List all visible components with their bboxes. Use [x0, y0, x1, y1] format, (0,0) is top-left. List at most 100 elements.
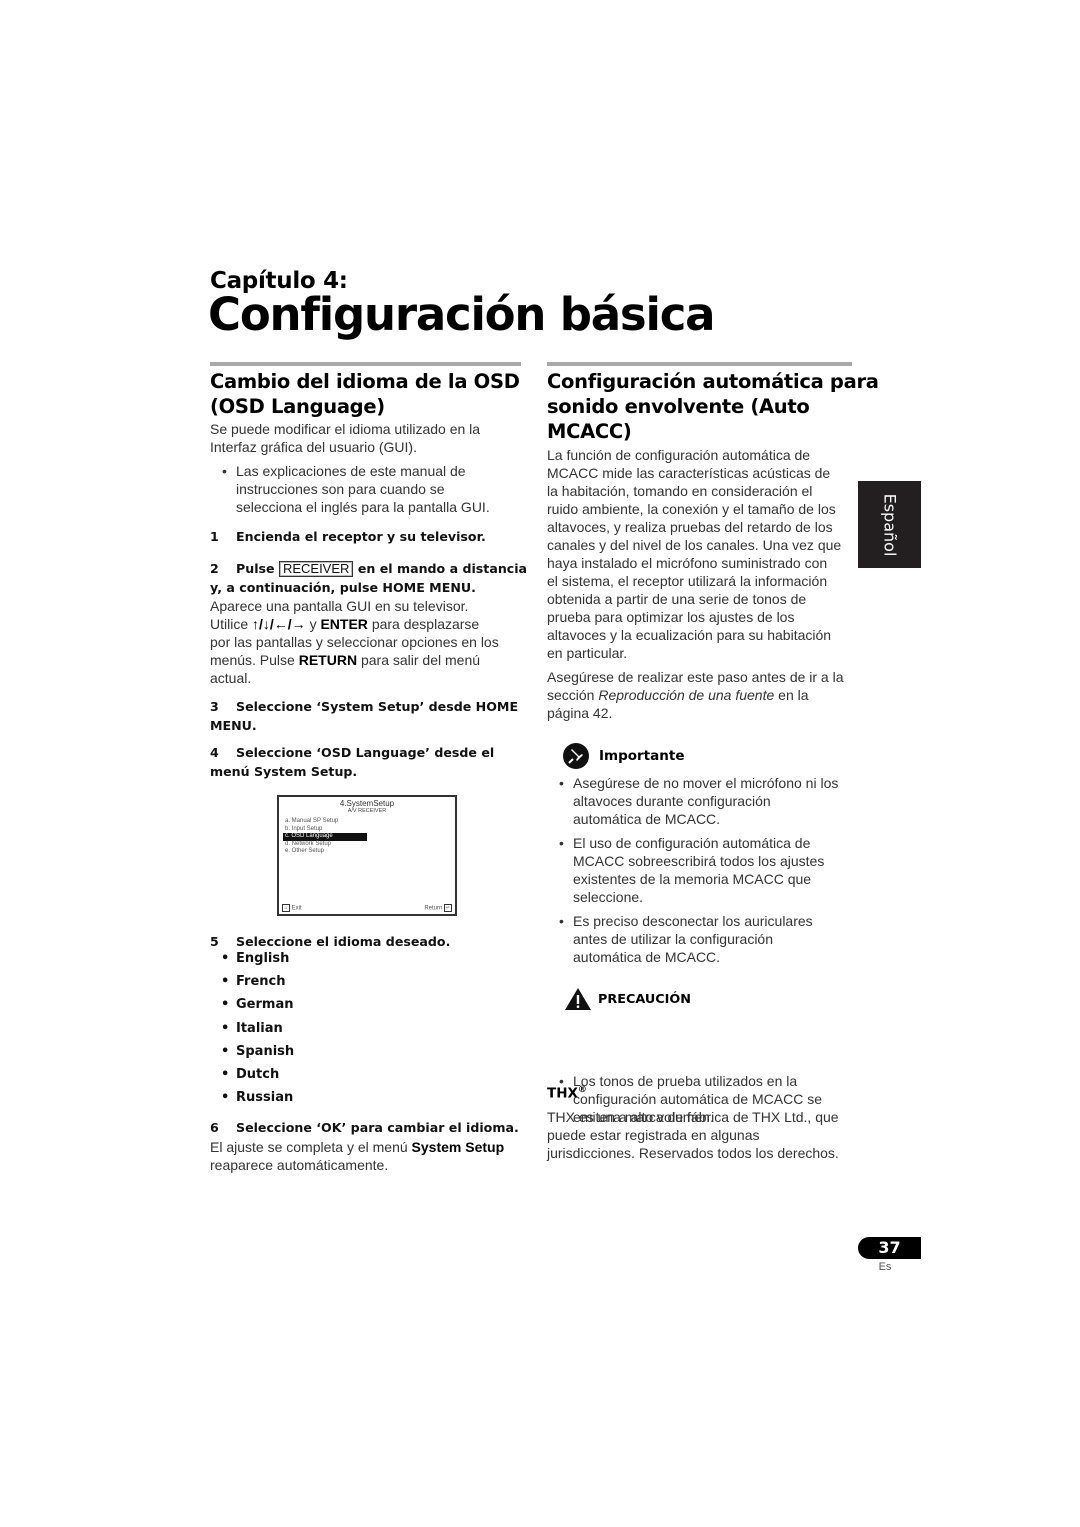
- text-line: La función de configuración automática d…: [547, 447, 811, 463]
- page-language-code: Es: [878, 1261, 892, 1273]
- language-label: Dutch: [236, 1066, 280, 1082]
- text-line: MCACC sobreescribirá todos los ajustes: [573, 853, 825, 869]
- text-line: Se puede modificar el idioma utilizado e…: [210, 421, 481, 437]
- text-span: El ajuste se completa y el menú: [210, 1139, 408, 1155]
- language-label: French: [236, 974, 286, 990]
- mcacc-paragraph-2: Asegúrese de realizar este paso antes de…: [547, 668, 867, 722]
- return-button-icon: ↵: [444, 904, 452, 912]
- language-item: • Spanish: [210, 1044, 294, 1067]
- heading-line: Cambio del idioma de la OSD: [210, 370, 520, 393]
- text-line: jurisdicciones. Reservados todos los der…: [547, 1145, 839, 1161]
- text-line: altavoces durante configuración: [573, 793, 771, 809]
- text-line: altavoces y la ecualización para su habi…: [547, 627, 832, 643]
- text-line: Asegúrese de no mover el micrófono ni lo…: [573, 775, 839, 791]
- language-list: • English • French • German • Italian • Spani…: [210, 951, 294, 1113]
- enter-key-label: ENTER: [320, 616, 368, 632]
- osd-exit: ⌂ Exit: [282, 904, 302, 912]
- bullet-icon: •: [559, 913, 564, 929]
- important-label: Importante: [599, 748, 685, 764]
- language-item: • Russian: [210, 1090, 294, 1113]
- text-line: la habitación, tomando en consideración …: [547, 483, 813, 499]
- step-1: 1 Encienda el receptor y su televisor.: [210, 527, 486, 546]
- text-line: MCACC mide las características acústicas…: [547, 465, 831, 481]
- bullet-icon: •: [559, 775, 564, 791]
- text-line: reaparece automáticamente.: [210, 1157, 389, 1173]
- step-number: 6: [210, 1120, 219, 1135]
- text-line: selecciona el inglés para la pantalla GU…: [236, 499, 490, 515]
- thx-paragraph: THX es una marca de fábrica de THX Ltd.,…: [547, 1108, 877, 1162]
- text-line: El ajuste se completa y el menú System S…: [210, 1138, 530, 1156]
- text-line: seleccione.: [573, 889, 644, 905]
- text-line: antes de utilizar la configuración: [573, 931, 774, 947]
- language-tab-label: Español: [880, 493, 899, 556]
- bullet-icon: •: [221, 1043, 230, 1059]
- text-span: para desplazarse: [371, 616, 480, 632]
- text-line: Interfaz gráfica del usuario (GUI).: [210, 439, 417, 455]
- language-item: • Dutch: [210, 1067, 294, 1090]
- step-number: 5: [210, 934, 219, 949]
- text-span: sección: [547, 687, 595, 703]
- bullet-icon: •: [221, 997, 230, 1013]
- osd-menu-item: e. Other Setup: [285, 848, 325, 854]
- text-line: puede estar registrada en algunas: [547, 1127, 760, 1143]
- osd-screen-illustration: 4.SystemSetup A/V RECEIVER a. Manual SP …: [277, 795, 457, 916]
- step-text: Seleccione ‘System Setup’ desde HOME: [236, 699, 519, 714]
- step-text: Seleccione el idioma deseado.: [236, 934, 451, 949]
- section-rule-left: [210, 362, 521, 366]
- important-bullet: • Es preciso desconectar los auriculares…: [547, 912, 867, 966]
- thx-heading: THX®: [547, 1085, 587, 1102]
- step-3: 3 Seleccione ‘System Setup’ desde HOME ME…: [210, 697, 530, 735]
- text-line: haya instalado el micrófono suministrado…: [547, 555, 828, 571]
- text-line: Es preciso desconectar los auriculares: [573, 913, 813, 929]
- text-span: para salir del menú: [360, 652, 481, 668]
- text-line: existentes de la memoria MCACC que: [573, 871, 812, 887]
- bullet-icon: •: [221, 1020, 230, 1036]
- step-4: 4 Seleccione ‘OSD Language’ desde el menú…: [210, 743, 530, 781]
- text-line: altavoces, y realiza pruebas del retardo…: [547, 519, 833, 535]
- language-item: • Italian: [210, 1021, 294, 1044]
- step-2-body: Aparece una pantalla GUI en su televisor…: [210, 597, 530, 687]
- step-text: Seleccione ‘OSD Language’ desde el: [236, 745, 495, 760]
- bullet-icon: •: [221, 1066, 230, 1082]
- language-item: • German: [210, 997, 294, 1020]
- section-heading-osd-language: Cambio del idioma de la OSD (OSD Languag…: [210, 369, 520, 419]
- bullet-icon: •: [559, 835, 564, 851]
- osd-menu-item: a. Manual SP Setup: [285, 818, 339, 824]
- text-line: Asegúrese de realizar este paso antes de…: [547, 669, 844, 685]
- section-rule-right: [547, 362, 852, 366]
- step-text: MENU.: [210, 718, 257, 733]
- caution-heading: PRECAUCIÓN: [564, 987, 691, 1011]
- osd-exit-label: Exit: [291, 905, 302, 912]
- text-span: y: [309, 616, 317, 632]
- text-line: automática de MCACC.: [573, 811, 721, 827]
- language-label: Italian: [236, 1020, 283, 1036]
- text-span: menús. Pulse: [210, 652, 295, 668]
- registered-mark: ®: [577, 1085, 587, 1095]
- language-label: German: [236, 997, 294, 1013]
- heading-line: MCACC): [547, 420, 632, 443]
- arrow-keys-icon: ↑/↓/←/→: [252, 616, 306, 632]
- step-number: 4: [210, 745, 219, 760]
- step-5: 5 Seleccione el idioma deseado.: [210, 932, 450, 951]
- step-number: 3: [210, 699, 219, 714]
- text-line: ruido ambiente, la conexión y el tamaño …: [547, 501, 836, 517]
- language-label: Russian: [236, 1090, 294, 1106]
- osd-title: 4.SystemSetup: [339, 799, 395, 808]
- note-bullet: • Las explicaciones de este manual de in…: [210, 462, 556, 516]
- intro-paragraph: Se puede modificar el idioma utilizado e…: [210, 420, 530, 456]
- text-line: el sistema, el receptor utilizará la inf…: [547, 573, 828, 589]
- mcacc-paragraph-1: La función de configuración automática d…: [547, 446, 867, 662]
- osd-subtitle: A/V RECEIVER: [347, 808, 387, 814]
- important-pin-icon: [563, 743, 589, 769]
- osd-menu-item: d. Network Setup: [285, 840, 332, 847]
- step-text: en el mando a distancia: [357, 561, 528, 576]
- important-bullet: • El uso de configuración automática de …: [547, 834, 867, 906]
- step-6-body: El ajuste se completa y el menú System S…: [210, 1138, 530, 1174]
- thx-label: THX: [547, 1085, 578, 1102]
- step-text: Pulse: [236, 561, 275, 576]
- home-button-icon: ⌂: [282, 904, 290, 912]
- important-heading: Importante: [562, 742, 684, 770]
- text-line: Utilice ↑/↓/←/→ y ENTER para desplazarse: [210, 615, 530, 633]
- osd-menu: a. Manual SP Setup b. Input Setup c. OSD…: [283, 818, 455, 856]
- bullet-icon: •: [221, 1090, 230, 1106]
